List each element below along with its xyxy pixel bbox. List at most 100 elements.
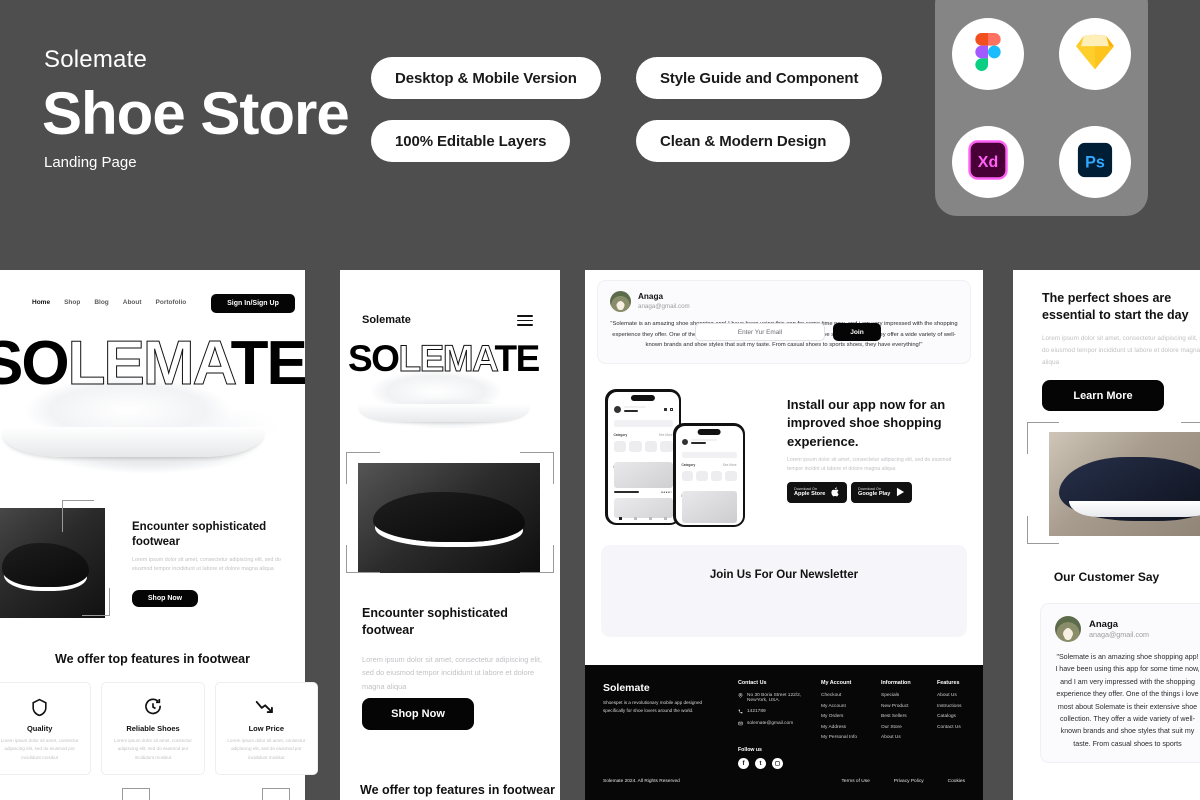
app-install-paragraph: Lorem ipsum dolor sit amet, consectetur … bbox=[787, 457, 952, 473]
hero-section: Solemate Shoe Store Landing Page Desktop… bbox=[0, 0, 1200, 270]
apple-store-button[interactable]: Download On Apple Store bbox=[787, 482, 848, 503]
frame-corner-bottom-b bbox=[262, 788, 290, 800]
nav-item-blog[interactable]: Blog bbox=[94, 299, 108, 306]
feature-card-quality[interactable]: Quality Lorem ipsum dolor sit amet, cons… bbox=[0, 682, 92, 775]
testimonial-quote: "Solemate is an amazing shoe shopping ap… bbox=[1055, 653, 1200, 748]
newsletter-section: Join Us For Our Newsletter bbox=[601, 545, 967, 637]
phone-avatar-icon bbox=[681, 438, 688, 445]
feature-card-reliable-shoes[interactable]: Reliable Shoes Lorem ipsum dolor sit ame… bbox=[101, 682, 205, 775]
footer-link[interactable]: Contact Us bbox=[937, 725, 962, 730]
hero-brand: Solemate bbox=[44, 46, 147, 73]
footer-cookies-link[interactable]: Cookies bbox=[948, 779, 965, 784]
testimonial-card: Anaga anaga@gmail.com "Solemate is an am… bbox=[1040, 603, 1200, 764]
phone-mockup-large: Category See More Recommended ★★★★☆ bbox=[605, 389, 681, 525]
frame-corner-topleft bbox=[346, 452, 380, 484]
hero-wordmark-right: TE bbox=[230, 329, 305, 398]
feature-card-desc: Lorem ipsum dolor sit amet, consectur ad… bbox=[227, 738, 306, 760]
nav-item-home[interactable]: Home bbox=[32, 299, 50, 306]
footer-terms-link[interactable]: Terms of Use bbox=[842, 779, 870, 784]
tool-logos-panel: Xd Ps bbox=[935, 0, 1148, 216]
footer-link[interactable]: Specials bbox=[881, 693, 911, 698]
adobe-xd-logo-badge: Xd bbox=[952, 126, 1025, 198]
footer-link[interactable]: About Us bbox=[881, 735, 911, 740]
twitter-icon[interactable]: t bbox=[755, 758, 766, 769]
newsletter-email-input[interactable]: Enter Yur Emall bbox=[695, 323, 825, 341]
poster-canvas: Solemate Shoe Store Landing Page Desktop… bbox=[0, 0, 1200, 800]
play-icon bbox=[896, 484, 905, 502]
preview-app-footer[interactable]: Anaga anaga@gmail.com "Solemate is an am… bbox=[585, 270, 983, 800]
feature-card-desc: Lorem ipsum dolor sit amet, consectur ad… bbox=[0, 738, 79, 760]
sketch-icon bbox=[1075, 34, 1115, 75]
mobile-brand: Solemate bbox=[362, 314, 411, 326]
desktop-nav[interactable]: Home Shop Blog About Portofolio bbox=[32, 299, 186, 306]
shield-icon bbox=[0, 693, 82, 721]
footer-features-column: Features About Us Instructions Catalogs … bbox=[937, 680, 962, 735]
footer-column-title: My Account bbox=[821, 680, 852, 686]
newsletter-join-button[interactable]: Join bbox=[833, 323, 881, 341]
footer-contact-column: Contact Us No 30 Boria Street 122/2, New… bbox=[738, 680, 810, 734]
desktop-shop-now-button[interactable]: Shop Now bbox=[132, 590, 198, 607]
svg-text:Xd: Xd bbox=[978, 154, 998, 171]
footer-link[interactable]: About Us bbox=[937, 693, 962, 698]
footer-privacy-link[interactable]: Privacy Policy bbox=[894, 779, 924, 784]
footer-column-title: Information bbox=[881, 680, 911, 686]
footer-link[interactable]: My Account bbox=[821, 704, 857, 709]
desktop-feature-cards: Quality Lorem ipsum dolor sit amet, cons… bbox=[0, 682, 318, 775]
hero-wordmark-left: SO bbox=[0, 329, 70, 398]
frame-corner-topright bbox=[520, 452, 554, 484]
phone-see-all-label: See More bbox=[658, 432, 673, 437]
photoshop-icon: Ps bbox=[1076, 141, 1114, 184]
nav-item-portofolio[interactable]: Portofolio bbox=[156, 299, 187, 306]
mail-icon bbox=[738, 721, 743, 728]
facebook-icon[interactable]: f bbox=[738, 758, 749, 769]
phone-icon bbox=[738, 709, 743, 716]
black-sneaker-image bbox=[358, 463, 540, 573]
frame-corner-bottomleft bbox=[1027, 516, 1059, 544]
mobile-feature-paragraph: Lorem ipsum dolor sit amet, consectetur … bbox=[362, 655, 542, 691]
phone-category-label: Category bbox=[681, 462, 696, 467]
avatar bbox=[1055, 616, 1081, 642]
footer-link[interactable]: My Personal Info bbox=[821, 735, 857, 740]
footer-my-account-column: My Account Checkout My Account My Orders… bbox=[821, 680, 857, 746]
footer-legal-links[interactable]: Terms of Use Privacy Policy Cookies bbox=[842, 779, 965, 784]
desktop-hero-banner: SOLEMATE bbox=[0, 325, 305, 475]
footer-link[interactable]: Checkout bbox=[821, 693, 857, 698]
google-play-button[interactable]: Download On Google Play bbox=[851, 482, 913, 503]
store-button-big-label: Google Play bbox=[858, 491, 891, 498]
feature-card-low-price[interactable]: Low Price Lorem ipsum dolor sit amet, co… bbox=[214, 682, 318, 775]
desktop-features-heading: We offer top features in footwear bbox=[55, 652, 250, 666]
footer-link[interactable]: My Address bbox=[821, 725, 857, 730]
footer-link[interactable]: My Orders bbox=[821, 714, 857, 719]
footer-link[interactable]: New Product bbox=[881, 704, 911, 709]
phone-category-label: Category bbox=[613, 432, 628, 437]
footer-link[interactable]: Best Sellers bbox=[881, 714, 911, 719]
preview-detail-section[interactable]: The perfect shoes are essential to start… bbox=[1013, 270, 1200, 800]
footer-link[interactable]: Instructions bbox=[937, 704, 962, 709]
footer-bottom-bar: Solemate 2024. All Rights Reserved Terms… bbox=[585, 779, 983, 784]
figma-logo-badge bbox=[952, 18, 1025, 90]
svg-text:Ps: Ps bbox=[1085, 153, 1105, 171]
mobile-hero-banner: SOLEMATE bbox=[340, 338, 560, 438]
learn-more-button[interactable]: Learn More bbox=[1042, 380, 1164, 411]
clock-history-icon bbox=[110, 693, 195, 721]
instagram-icon[interactable]: ◻ bbox=[772, 758, 783, 769]
sign-in-sign-up-button[interactable]: Sign In/Sign Up bbox=[211, 294, 295, 313]
footer-link[interactable]: Our Store bbox=[881, 725, 911, 730]
preview-mobile-landing[interactable]: Solemate SOLEMATE Encounter sophisticate… bbox=[340, 270, 560, 800]
hero-wordmark-mid: LEMA bbox=[67, 329, 233, 398]
trend-down-icon bbox=[224, 693, 309, 721]
testimonial-name: Anaga bbox=[638, 292, 664, 302]
footer-link[interactable]: Catalogs bbox=[937, 714, 962, 719]
mobile-feature-heading: Encounter sophisticated footwear bbox=[362, 606, 508, 637]
desktop-feature-paragraph: Lorem ipsum dolor sit amet, consectetur … bbox=[132, 557, 281, 573]
figma-icon bbox=[975, 32, 1001, 76]
hamburger-icon[interactable] bbox=[517, 315, 533, 326]
mobile-shop-now-button[interactable]: Shop Now bbox=[362, 698, 474, 730]
store-button-big-label: Apple Store bbox=[794, 491, 826, 498]
frame-corner-topleft bbox=[1027, 422, 1059, 454]
apple-icon bbox=[831, 484, 840, 502]
photoshop-logo-badge: Ps bbox=[1058, 126, 1131, 198]
nav-item-about[interactable]: About bbox=[123, 299, 142, 306]
nav-item-shop[interactable]: Shop bbox=[64, 299, 80, 306]
footer-social-links[interactable]: f t ◻ bbox=[738, 758, 783, 769]
